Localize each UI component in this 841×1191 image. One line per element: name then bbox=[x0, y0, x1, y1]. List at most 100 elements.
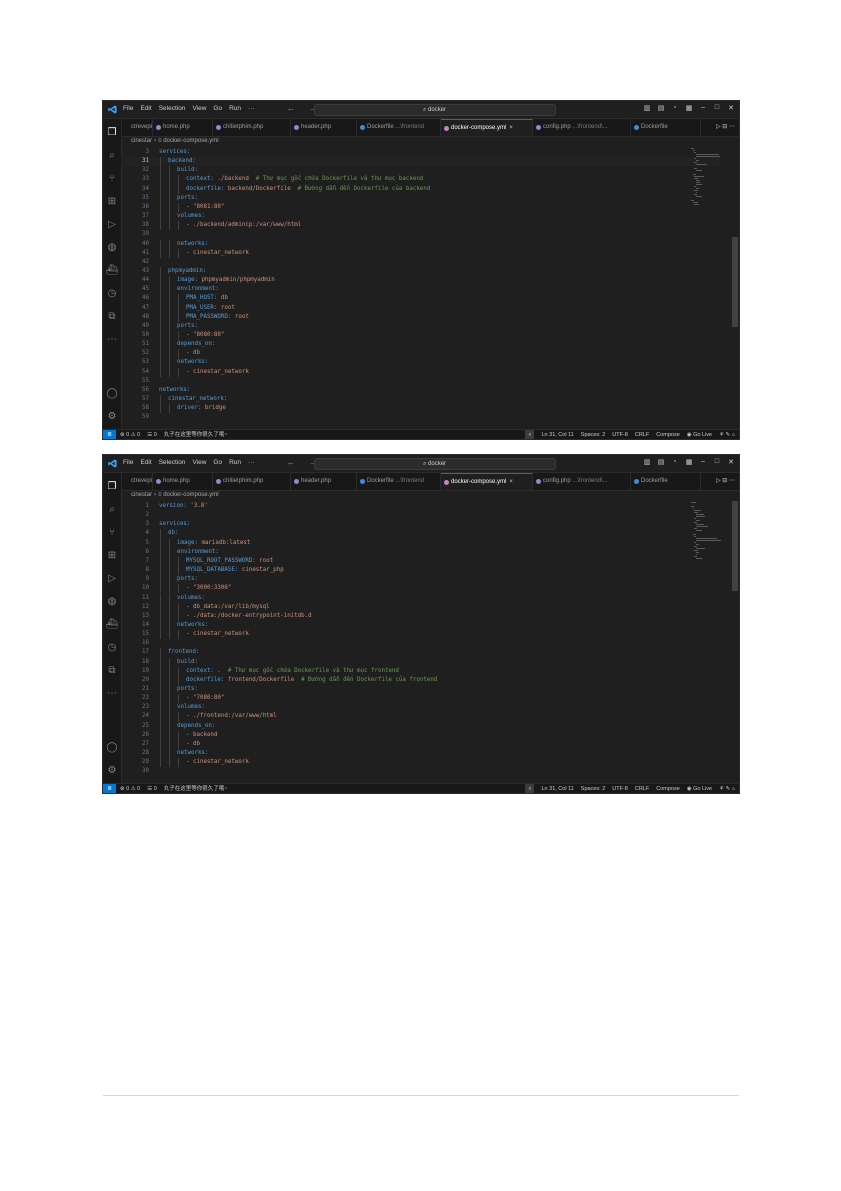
code-line[interactable]: 3 services: bbox=[121, 148, 721, 157]
code-line[interactable]: 10 - "3000:3306" bbox=[121, 584, 721, 594]
code-line[interactable]: 24 - ./frontend:/var/www/html bbox=[121, 712, 721, 722]
remote-explorer-icon[interactable]: ⧉ bbox=[105, 664, 119, 678]
files-icon[interactable]: ❐ bbox=[105, 126, 119, 140]
more-icon[interactable]: ⋯ bbox=[105, 687, 119, 701]
code-line[interactable]: 50 - "8080:80" bbox=[121, 331, 721, 341]
zoom-search-icon[interactable]: ⌕ bbox=[525, 430, 535, 439]
command-center-search[interactable]: ⌕ docker bbox=[314, 104, 556, 116]
zoom-search-icon[interactable]: ⌕ bbox=[525, 784, 535, 793]
timeline-icon[interactable]: ◷ bbox=[105, 641, 119, 655]
minimize-icon[interactable]: – bbox=[699, 458, 707, 466]
menu-view[interactable]: View bbox=[192, 105, 206, 112]
language-mode[interactable]: Compose bbox=[656, 784, 680, 793]
remote-explorer-icon[interactable]: ⧉ bbox=[105, 310, 119, 324]
code-line[interactable]: 33 context: ./backend # Thư mục gốc chứa … bbox=[121, 175, 721, 185]
customize-layout-icon[interactable]: ▦ bbox=[685, 104, 693, 112]
code-line[interactable]: 47 PMA_USER: root bbox=[121, 303, 721, 313]
editor-tab[interactable]: chitietphim.php bbox=[213, 473, 291, 490]
code-line[interactable]: 23 volumes: bbox=[121, 703, 721, 713]
code-line[interactable]: 56 networks: bbox=[121, 386, 721, 395]
menu-edit[interactable]: Edit bbox=[140, 459, 151, 466]
minimize-icon[interactable]: – bbox=[699, 104, 707, 112]
run-debug-icon[interactable]: ▷ bbox=[105, 218, 119, 232]
editor-tab[interactable]: docker-compose.yml × bbox=[441, 119, 533, 136]
code-line[interactable]: 20 dockerfile: frontend/Dockerfile # Đườn… bbox=[121, 675, 721, 685]
code-line[interactable]: 58 driver: bridge bbox=[121, 404, 721, 414]
code-line[interactable]: 40 networks: bbox=[121, 239, 721, 249]
code-line[interactable]: 16 bbox=[121, 639, 721, 648]
source-control-icon[interactable]: ⑂ bbox=[105, 526, 119, 540]
close-icon[interactable]: ✕ bbox=[727, 458, 735, 466]
menu-more[interactable]: ··· bbox=[248, 459, 255, 466]
customize-layout-icon[interactable]: ▦ bbox=[685, 458, 693, 466]
code-line[interactable]: 7 MYSQL_ROOT_PASSWORD: root bbox=[121, 556, 721, 567]
code-line[interactable]: 1 version: '3.8' bbox=[121, 502, 721, 511]
editor-tab[interactable]: Dockerfile ...\frontend bbox=[357, 473, 441, 490]
status-message[interactable]: 丸子在这里等你很久了哦~ bbox=[164, 784, 228, 793]
code-line[interactable]: 35 ports: bbox=[121, 193, 721, 203]
notification-icons[interactable]: ⚘ ✎ ⌂ bbox=[719, 430, 735, 439]
minimap[interactable] bbox=[691, 502, 721, 562]
timeline-icon[interactable]: ◷ bbox=[105, 287, 119, 301]
code-line[interactable]: 2 bbox=[121, 511, 721, 520]
editor-tab[interactable]: header.php bbox=[291, 119, 357, 136]
eol-setting[interactable]: CRLF bbox=[635, 784, 649, 793]
more-actions-icon[interactable]: ⋯ bbox=[729, 478, 735, 484]
editor-scrollbar[interactable] bbox=[731, 491, 739, 783]
code-line[interactable]: 32 build: bbox=[121, 166, 721, 176]
cursor-position[interactable]: Ln 31, Col 11 bbox=[541, 784, 573, 793]
breadcrumb-file[interactable]: docker-compose.yml bbox=[163, 492, 218, 498]
scrollbar-thumb[interactable] bbox=[732, 501, 738, 591]
eol-setting[interactable]: CRLF bbox=[635, 430, 649, 439]
toggle-panel-icon[interactable]: ▤ bbox=[657, 458, 665, 466]
menu-view[interactable]: View bbox=[192, 459, 206, 466]
toggle-sidebar-icon[interactable]: ▥ bbox=[643, 104, 651, 112]
go-live-button[interactable]: ◉ Go Live bbox=[687, 430, 712, 439]
editor-tab[interactable]: home.php bbox=[153, 119, 213, 136]
maximize-icon[interactable]: □ bbox=[713, 458, 721, 466]
notification-icons[interactable]: ⚘ ✎ ⌂ bbox=[719, 784, 735, 793]
code-line[interactable]: 12 - db_data:/var/lib/mysql bbox=[121, 602, 721, 612]
code-line[interactable]: 36 - "8081:80" bbox=[121, 202, 721, 213]
toggle-sidebar-icon[interactable]: ▥ bbox=[643, 458, 651, 466]
code-line[interactable]: 29 - cinestar_network bbox=[121, 758, 721, 768]
code-line[interactable]: 51 depends_on: bbox=[121, 340, 721, 350]
code-line[interactable]: 37 volumes: bbox=[121, 212, 721, 222]
ports-indicator[interactable]: ☰ 0 bbox=[147, 784, 157, 793]
settings-gear-icon[interactable]: ⚙ bbox=[105, 410, 119, 424]
code-line[interactable]: 22 - "7080:80" bbox=[121, 694, 721, 704]
split-editor-icon[interactable]: ⊟ bbox=[722, 478, 729, 484]
encoding-setting[interactable]: UTF-8 bbox=[612, 784, 628, 793]
menu-selection[interactable]: Selection bbox=[159, 105, 186, 112]
account-icon[interactable]: ◯ bbox=[105, 741, 119, 755]
more-icon[interactable]: ⋯ bbox=[105, 333, 119, 347]
menu-go[interactable]: Go bbox=[213, 459, 222, 466]
code-line[interactable]: 18 build: bbox=[121, 657, 721, 667]
code-line[interactable]: 55 bbox=[121, 377, 721, 386]
editor-tab[interactable]: home.php bbox=[153, 473, 213, 490]
search-icon[interactable]: ⌕ bbox=[105, 149, 119, 163]
tab-close-icon[interactable]: × bbox=[509, 125, 513, 131]
editor-tab[interactable]: header.php bbox=[291, 473, 357, 490]
toggle-secondary-sidebar-icon[interactable]: ▫ bbox=[671, 458, 679, 466]
code-line[interactable]: 46 PMA_HOST: db bbox=[121, 294, 721, 304]
problems-indicator[interactable]: ⊗ 0 ⚠ 0 bbox=[120, 784, 140, 793]
close-icon[interactable]: ✕ bbox=[727, 104, 735, 112]
docker-icon[interactable]: ⛴ bbox=[105, 618, 119, 632]
language-mode[interactable]: Compose bbox=[656, 430, 680, 439]
code-line[interactable]: 28 networks: bbox=[121, 749, 721, 759]
code-line[interactable]: 41 - cinestar_network bbox=[121, 248, 721, 258]
go-live-button[interactable]: ◉ Go Live bbox=[687, 784, 712, 793]
docker-icon[interactable]: ⛴ bbox=[105, 264, 119, 278]
code-line[interactable]: 45 environment: bbox=[121, 285, 721, 295]
status-message[interactable]: 丸子在这里等你很久了哦~ bbox=[164, 430, 228, 439]
code-line[interactable]: 42 bbox=[121, 258, 721, 267]
code-line[interactable]: 30 bbox=[121, 767, 721, 776]
code-line[interactable]: 49 ports: bbox=[121, 321, 721, 331]
editor-scrollbar[interactable] bbox=[731, 137, 739, 429]
code-editor[interactable]: 3 services: 31 backend: 32 build: 33 context: .… bbox=[121, 148, 721, 429]
indentation-setting[interactable]: Spaces: 2 bbox=[581, 430, 605, 439]
editor-tab[interactable]: Dockerfile bbox=[631, 473, 701, 490]
code-line[interactable]: 54 - cinestar_network bbox=[121, 367, 721, 377]
indentation-setting[interactable]: Spaces: 2 bbox=[581, 784, 605, 793]
